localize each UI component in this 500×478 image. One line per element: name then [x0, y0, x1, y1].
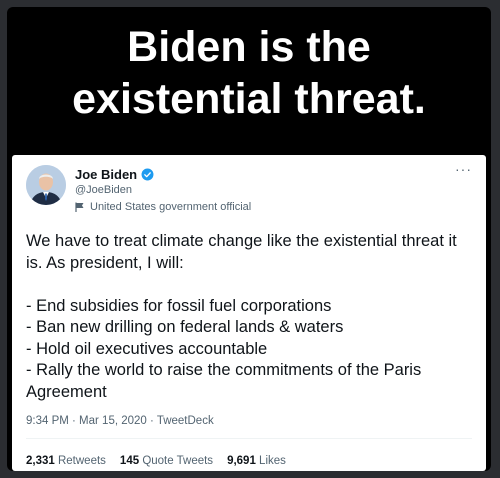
divider	[26, 438, 472, 439]
tweet-bullet: - Ban new drilling on federal lands & wa…	[26, 318, 344, 336]
tweet-timestamp[interactable]: 9:34 PM · Mar 15, 2020 · TweetDeck	[26, 415, 214, 427]
likes-stat[interactable]: 9,691 Likes	[227, 455, 286, 467]
more-options-icon[interactable]: ···	[455, 161, 472, 177]
tweet-bullet: - Rally the world to raise the commitmen…	[26, 361, 422, 401]
author-row: Joe Biden	[75, 167, 154, 182]
tweet-card: Joe Biden @JoeBiden United States govern…	[12, 155, 486, 471]
government-label-text: United States government official	[90, 201, 252, 213]
headline-line-2: existential threat.	[72, 75, 426, 123]
avatar-portrait-icon	[26, 165, 66, 205]
quote-tweets-stat[interactable]: 145 Quote Tweets	[120, 455, 213, 467]
tweet-intro: We have to treat climate change like the…	[26, 232, 457, 272]
headline-line-1: Biden is the	[127, 23, 371, 71]
tweet-stats: 2,331 Retweets 145 Quote Tweets 9,691 Li…	[26, 455, 286, 467]
government-label: United States government official	[75, 201, 251, 213]
avatar[interactable]	[26, 165, 66, 205]
tweet-bullet: - Hold oil executives accountable	[26, 339, 268, 358]
verified-badge-icon	[141, 168, 154, 181]
author-name[interactable]: Joe Biden	[75, 167, 137, 182]
tweet-text: We have to treat climate change like the…	[26, 231, 472, 403]
meme-frame: Biden is the existential threat. Joe Bid…	[7, 7, 491, 471]
flag-icon	[75, 202, 84, 212]
author-handle[interactable]: @JoeBiden	[75, 184, 132, 196]
retweets-stat[interactable]: 2,331 Retweets	[26, 455, 106, 467]
headline: Biden is the existential threat.	[7, 21, 491, 125]
tweet-bullet: - End subsidies for fossil fuel corporat…	[26, 296, 332, 315]
